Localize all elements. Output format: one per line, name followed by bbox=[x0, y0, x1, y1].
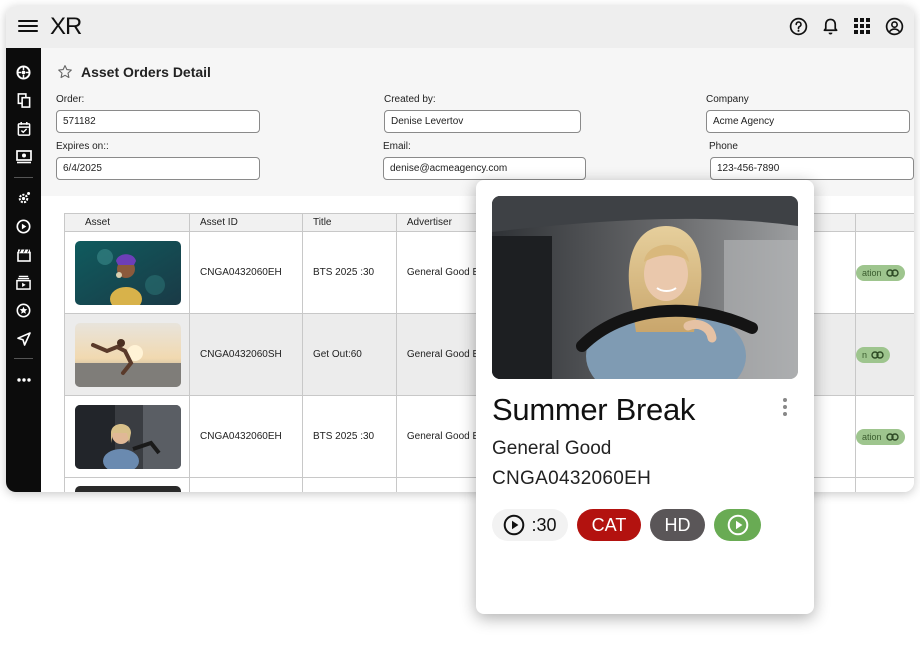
asset-cell bbox=[64, 395, 190, 478]
expires-on-label: Expires on:: bbox=[56, 141, 109, 152]
asset-id-cell: CNGA0432060EH bbox=[189, 395, 303, 478]
asset-preview-card: Summer Break General Good CNGA0432060EH … bbox=[476, 180, 814, 614]
card-advertiser: General Good bbox=[492, 438, 612, 459]
card-title: Summer Break bbox=[492, 392, 696, 427]
title-cell bbox=[301, 477, 397, 492]
asset-thumbnail[interactable] bbox=[75, 404, 181, 469]
top-bar: XR bbox=[6, 6, 914, 48]
account-icon[interactable] bbox=[884, 16, 904, 36]
asset-thumbnail[interactable] bbox=[75, 322, 181, 387]
status-label: ation bbox=[862, 267, 882, 278]
status-pill[interactable]: n bbox=[856, 346, 891, 363]
asset-preview-image[interactable] bbox=[492, 196, 798, 379]
play-circle-icon bbox=[504, 514, 525, 536]
column-header-title[interactable]: Title bbox=[301, 213, 397, 232]
play-circle-icon[interactable] bbox=[15, 218, 32, 235]
sidebar-divider bbox=[14, 358, 33, 359]
money-icon[interactable] bbox=[15, 148, 32, 165]
favorite-star-icon[interactable] bbox=[57, 64, 73, 80]
duration-badge: :30 bbox=[492, 509, 568, 541]
more-icon[interactable] bbox=[15, 371, 32, 388]
status-pill[interactable]: ation bbox=[856, 428, 905, 445]
duration-label: :30 bbox=[531, 514, 557, 535]
app-logo: XR bbox=[50, 13, 82, 40]
title-cell: BTS 2025 :30 bbox=[301, 231, 397, 314]
status-pill[interactable]: ation bbox=[856, 264, 905, 281]
title-cell: BTS 2025 :30 bbox=[301, 395, 397, 478]
video-library-icon[interactable] bbox=[15, 274, 32, 291]
settings-gear-icon[interactable] bbox=[15, 190, 32, 207]
menu-icon[interactable] bbox=[18, 17, 38, 37]
sidebar bbox=[6, 48, 41, 492]
company-field[interactable]: Acme Agency bbox=[706, 110, 910, 133]
order-header: Asset Orders Detail Order: 571182 Create… bbox=[41, 48, 914, 196]
cat-badge[interactable]: CAT bbox=[577, 509, 641, 541]
status-cell bbox=[855, 477, 914, 492]
asset-id-cell: CNGA0432060SH bbox=[189, 313, 303, 396]
asset-cell bbox=[64, 313, 190, 396]
asset-thumbnail[interactable] bbox=[75, 486, 181, 492]
asset-thumbnail[interactable] bbox=[75, 240, 181, 305]
clapperboard-icon[interactable] bbox=[15, 246, 32, 263]
title-cell: Get Out:60 bbox=[301, 313, 397, 396]
play-circle-icon bbox=[727, 514, 748, 536]
apps-grid-icon[interactable] bbox=[852, 16, 872, 36]
email-field[interactable]: denise@acmeagency.com bbox=[383, 157, 586, 180]
order-field[interactable]: 571182 bbox=[56, 110, 260, 133]
asset-id-cell: CNGA0432060EH bbox=[189, 231, 303, 314]
status-label: n bbox=[862, 349, 868, 360]
column-header-asset[interactable]: Asset bbox=[64, 213, 190, 232]
play-button[interactable] bbox=[714, 509, 761, 541]
column-header-status bbox=[855, 213, 914, 232]
created-by-field[interactable]: Denise Levertov bbox=[384, 110, 581, 133]
more-options-icon[interactable] bbox=[778, 396, 792, 418]
status-cell: ation bbox=[855, 395, 914, 478]
expires-on-field[interactable]: 6/4/2025 bbox=[56, 157, 260, 180]
copy-icon[interactable] bbox=[15, 92, 32, 109]
star-badge-icon[interactable] bbox=[15, 302, 32, 319]
status-label: ation bbox=[862, 431, 882, 442]
calendar-check-icon[interactable] bbox=[15, 120, 32, 137]
link-icon bbox=[871, 350, 884, 359]
status-cell: ation bbox=[855, 231, 914, 314]
hd-badge[interactable]: HD bbox=[650, 509, 705, 541]
card-asset-id: CNGA0432060EH bbox=[492, 468, 652, 489]
phone-label: Phone bbox=[709, 141, 738, 152]
created-by-label: Created by: bbox=[384, 94, 436, 105]
order-label: Order: bbox=[56, 94, 85, 105]
asset-cell bbox=[64, 231, 190, 314]
asset-id-cell bbox=[189, 477, 303, 492]
link-icon bbox=[885, 432, 899, 441]
status-cell: n bbox=[855, 313, 914, 396]
sidebar-divider bbox=[14, 177, 33, 178]
phone-field[interactable]: 123-456-7890 bbox=[710, 157, 914, 180]
email-label: Email: bbox=[383, 141, 411, 152]
column-header-asset-id[interactable]: Asset ID bbox=[189, 213, 303, 232]
link-icon bbox=[885, 268, 899, 277]
company-label: Company bbox=[706, 94, 749, 105]
help-icon[interactable] bbox=[788, 16, 808, 36]
asset-cell bbox=[64, 477, 190, 492]
page-title: Asset Orders Detail bbox=[81, 64, 211, 80]
send-icon[interactable] bbox=[15, 330, 32, 347]
bell-icon[interactable] bbox=[820, 16, 840, 36]
dashboard-icon[interactable] bbox=[15, 64, 32, 81]
